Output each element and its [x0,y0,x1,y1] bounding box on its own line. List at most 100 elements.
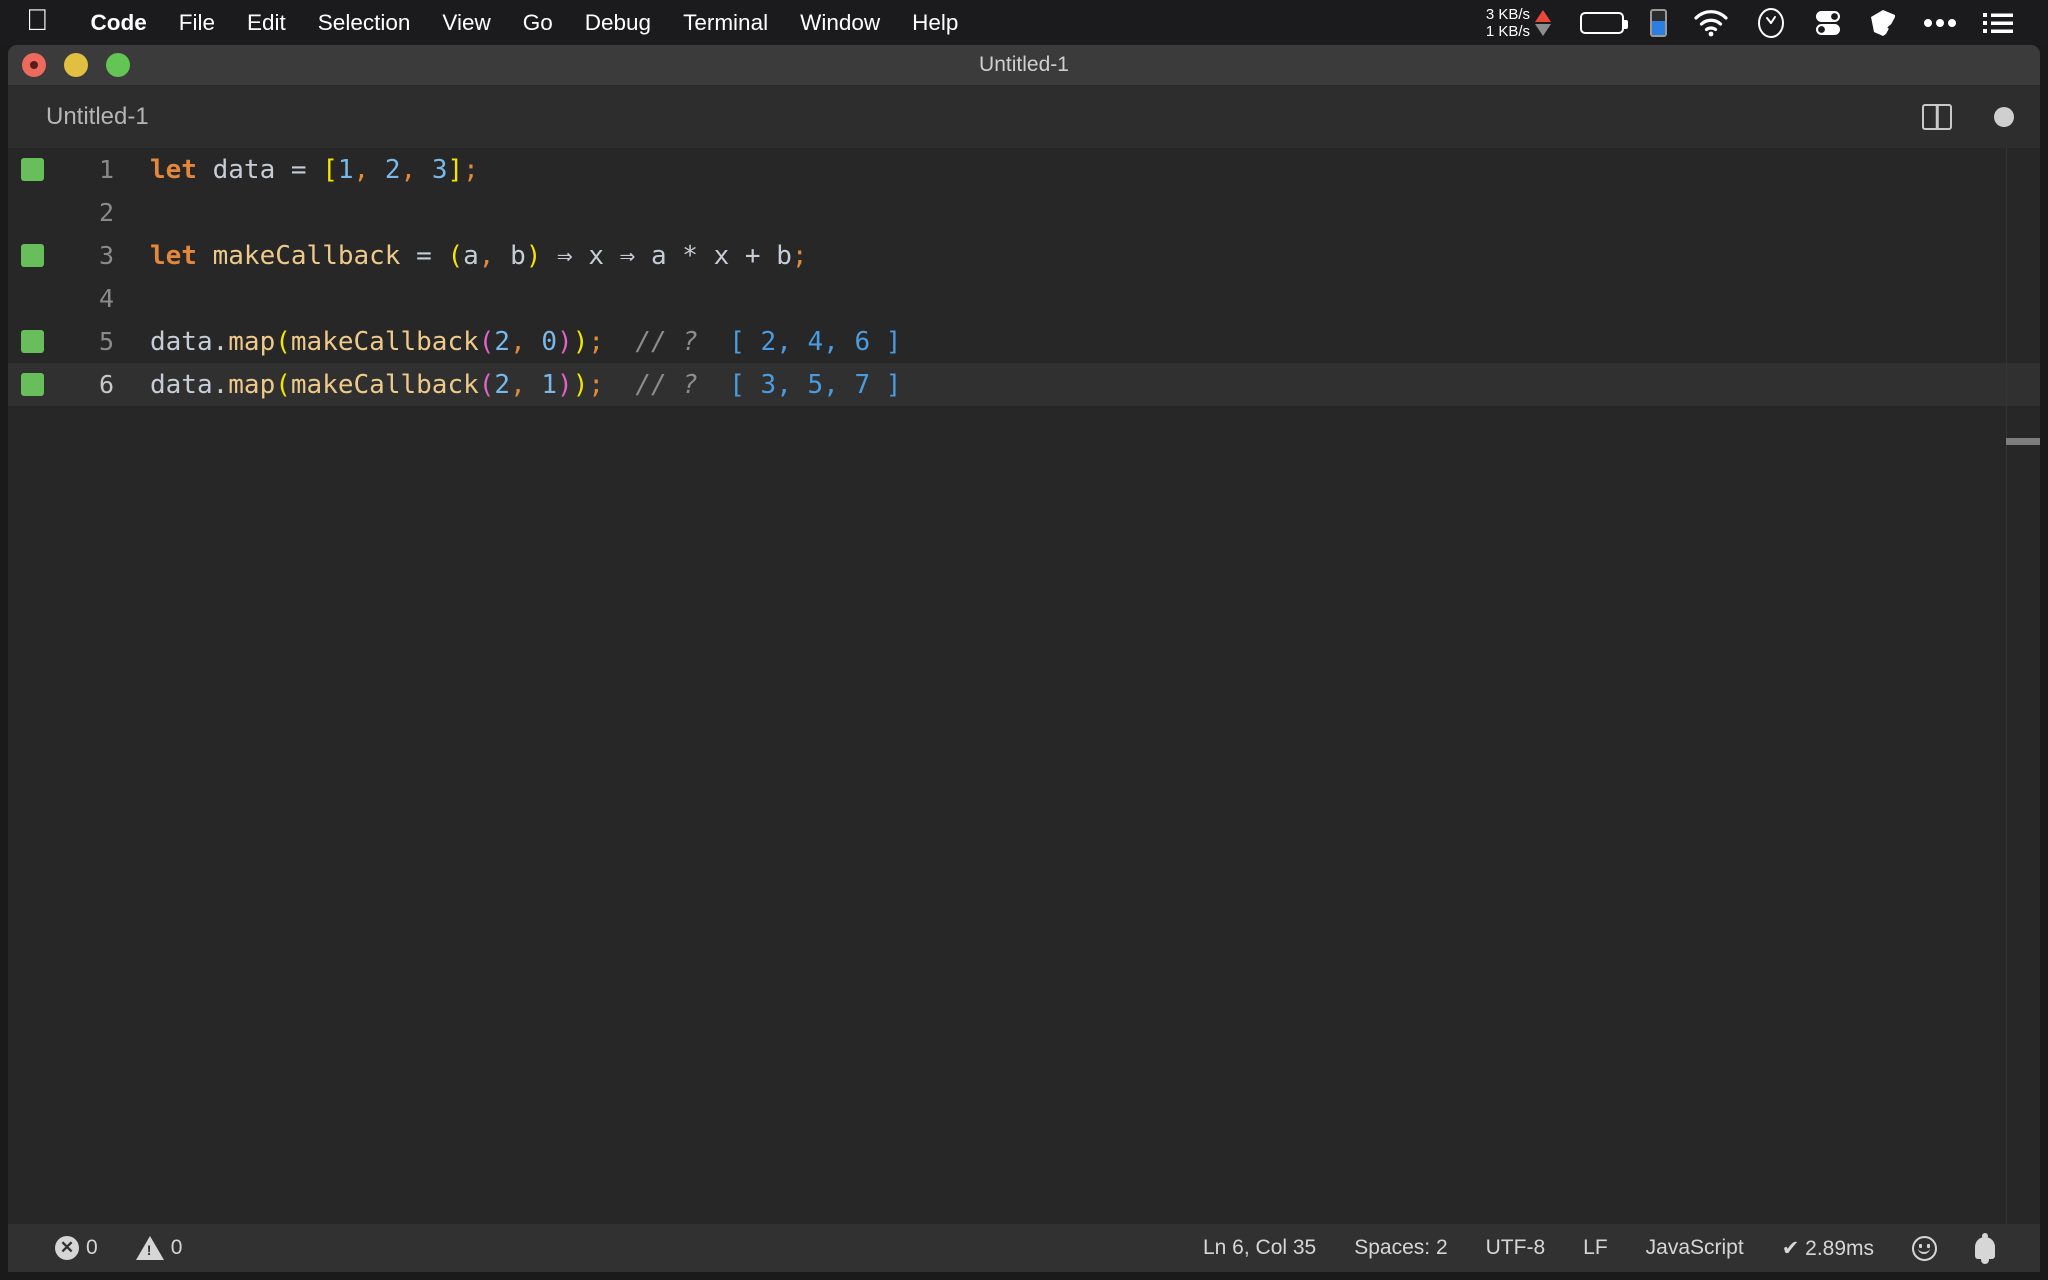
menu-item-window[interactable]: Window [784,10,896,36]
code-content-line-6[interactable]: data.map(makeCallback(2, 1)); // ? [ 3, … [130,370,901,400]
menu-item-file[interactable]: File [163,10,231,36]
code-line-3[interactable]: 3let makeCallback = (a, b) ⇒ x ⇒ a * x +… [8,234,2040,277]
token-br2: ) [557,370,573,400]
vscode-window: Untitled-1 Untitled-1 1let data = [1, 2,… [8,45,2040,1272]
editor-actions [1922,104,2040,130]
token-punc: , [354,155,370,185]
token-arrow: ⇒ [620,241,636,271]
wifi-icon[interactable] [1693,9,1729,37]
menu-item-edit[interactable]: Edit [231,10,302,36]
token-punc: ; [588,327,604,357]
editor-tab-bar: Untitled-1 [8,86,2040,148]
language-mode[interactable]: JavaScript [1646,1236,1744,1260]
token-fn: map [228,370,275,400]
token-arrow: ⇒ [557,241,573,271]
tab-untitled-1[interactable]: Untitled-1 [46,103,149,131]
code-line-5[interactable]: 5data.map(makeCallback(2, 0)); // ? [ 2,… [8,320,2040,363]
token-br2: ( [479,370,495,400]
token-num: 2 [494,370,510,400]
notifications-button[interactable] [1975,1237,1995,1259]
warning-count: 0 [171,1236,183,1260]
minimize-window-button[interactable] [64,53,88,77]
battery-icon[interactable] [1580,12,1624,34]
apple-logo-icon[interactable]:  [26,6,49,36]
eol-setting[interactable]: LF [1583,1236,1608,1260]
code-content-line-3[interactable]: let makeCallback = (a, b) ⇒ x ⇒ a * x + … [130,241,808,271]
cursor-position[interactable]: Ln 6, Col 35 [1203,1236,1316,1260]
menu-item-terminal[interactable]: Terminal [667,10,784,36]
upload-arrow-icon [1535,10,1551,22]
token-var: x [714,241,730,271]
token-op [416,155,432,185]
token-br1: ) [573,370,589,400]
code-lines-container: 1let data = [1, 2, 3];23let makeCallback… [8,148,2040,406]
menu-item-debug[interactable]: Debug [569,10,667,36]
code-line-6[interactable]: 6data.map(makeCallback(2, 1)); // ? [ 3,… [8,363,2040,406]
unsaved-changes-dot-icon[interactable] [1994,107,2014,127]
token-op [526,370,542,400]
code-line-2[interactable]: 2 [8,191,2040,234]
token-punc: , [510,370,526,400]
warning-status[interactable]: 0 [136,1236,183,1260]
control-center-icon[interactable] [1813,8,1843,38]
indentation-setting[interactable]: Spaces: 2 [1354,1236,1447,1260]
token-br1: ) [573,327,589,357]
encoding-setting[interactable]: UTF-8 [1486,1236,1546,1260]
token-comment: // ? [635,327,698,357]
menu-item-help[interactable]: Help [896,10,974,36]
split-editor-icon[interactable] [1922,104,1952,130]
run-time-status[interactable]: ✔ 2.89ms [1782,1236,1874,1261]
token-num: 2 [385,155,401,185]
token-br1: ( [275,327,291,357]
code-line-4[interactable]: 4 [8,277,2040,320]
menu-item-selection[interactable]: Selection [302,10,427,36]
token-op [197,155,213,185]
run-marker-icon[interactable] [21,158,44,181]
token-var: data [150,327,213,357]
close-window-button[interactable] [22,53,46,77]
network-speed-indicator[interactable]: 3 KB/s 1 KB/s [1486,6,1551,40]
phone-battery-icon[interactable] [1650,9,1667,37]
status-bar-left: ✕ 0 0 [36,1236,201,1260]
menu-item-view[interactable]: View [426,10,506,36]
token-kw: let [150,241,197,271]
code-content-line-1[interactable]: let data = [1, 2, 3]; [130,155,479,185]
run-marker-icon[interactable] [21,373,44,396]
menu-item-go[interactable]: Go [507,10,569,36]
bell-icon [1975,1237,1995,1259]
menu-bar-status-area: 3 KB/s 1 KB/s [1486,6,2048,40]
editor-scrollbar-track[interactable] [2006,148,2040,1224]
run-marker-icon[interactable] [21,244,44,267]
smiley-icon [1912,1236,1937,1261]
token-var: b [776,241,792,271]
token-punc: ; [588,370,604,400]
list-menu-icon[interactable] [1983,11,2013,35]
token-op [698,327,729,357]
error-status[interactable]: ✕ 0 [55,1236,98,1260]
token-op [604,241,620,271]
token-comment: // ? [635,370,698,400]
token-op: + [729,241,776,271]
token-op: = [275,155,322,185]
status-bar-right: Ln 6, Col 35 Spaces: 2 UTF-8 LF JavaScri… [1184,1236,2040,1261]
code-content-line-5[interactable]: data.map(makeCallback(2, 0)); // ? [ 2, … [130,327,901,357]
run-marker-icon[interactable] [21,330,44,353]
token-op [604,327,635,357]
feedback-button[interactable] [1912,1236,1937,1261]
token-op [604,370,635,400]
token-br1: ( [447,241,463,271]
cube-icon[interactable] [1869,8,1897,38]
token-op [494,241,510,271]
maximize-window-button[interactable] [106,53,130,77]
token-op [541,241,557,271]
token-br2: ) [557,327,573,357]
token-var: b [510,241,526,271]
code-editor[interactable]: 1let data = [1, 2, 3];23let makeCallback… [8,148,2040,1224]
clock-icon[interactable] [1755,7,1787,39]
code-line-1[interactable]: 1let data = [1, 2, 3]; [8,148,2040,191]
editor-scrollbar-marker[interactable] [2006,438,2040,445]
token-punc: ; [463,155,479,185]
token-punc: , [510,327,526,357]
menu-item-code[interactable]: Code [75,10,163,36]
ellipsis-icon[interactable] [1923,18,1957,28]
